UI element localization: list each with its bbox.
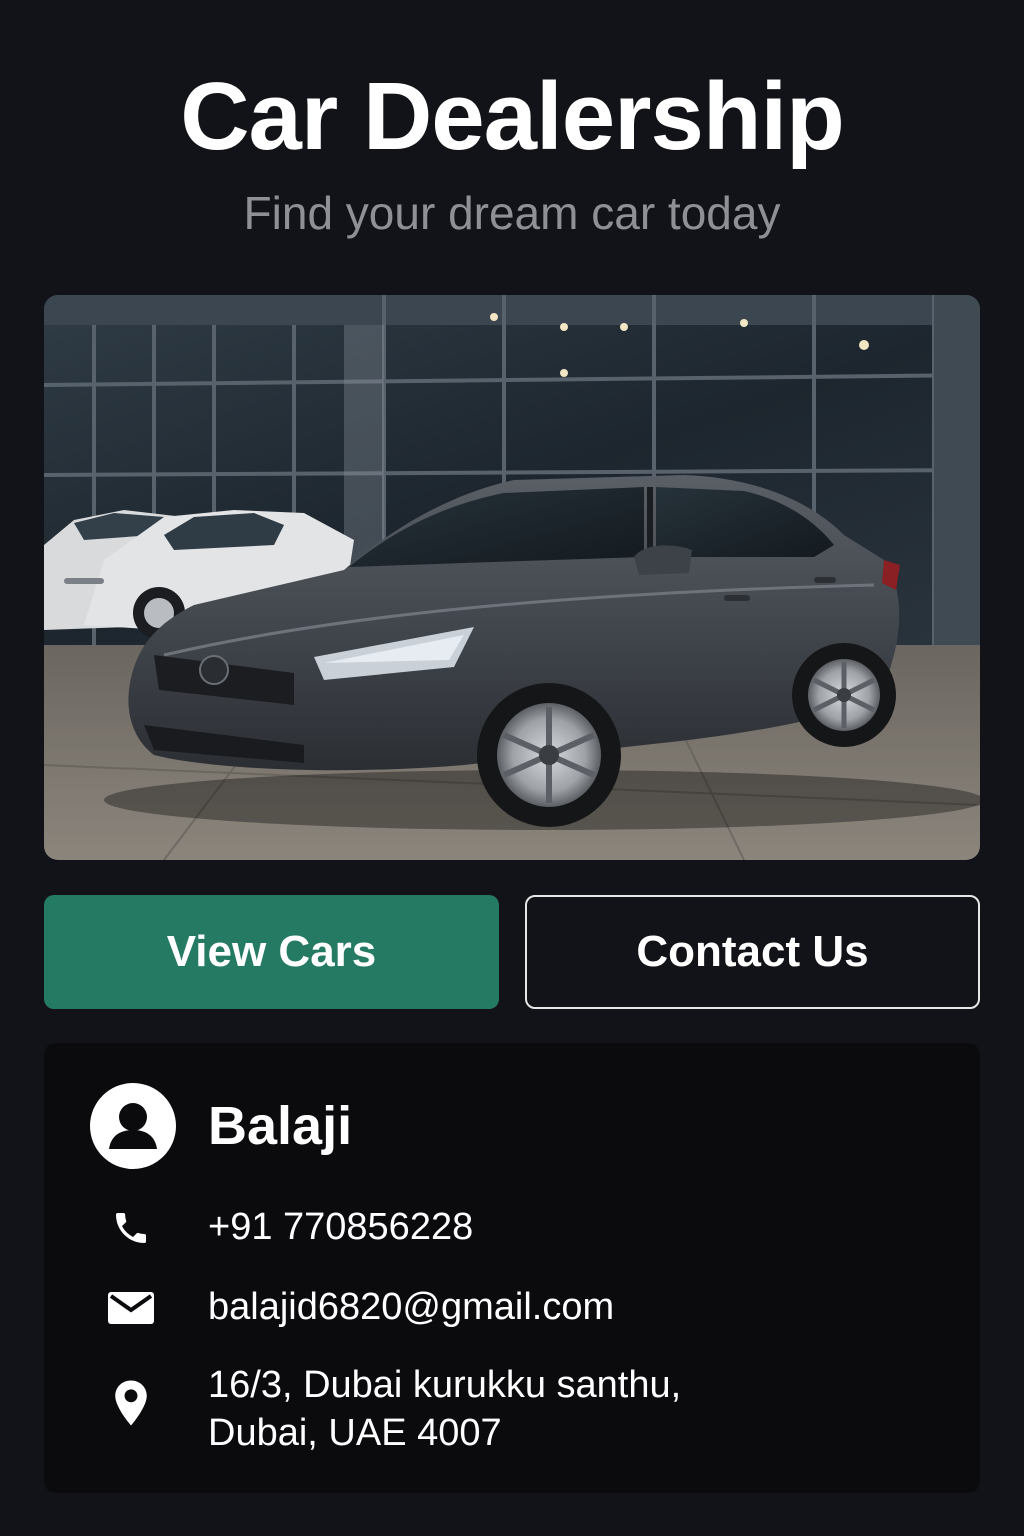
contact-email[interactable]: balajid6820@gmail.com [208, 1283, 614, 1331]
location-pin-icon [106, 1378, 156, 1428]
view-cars-button[interactable]: View Cars [44, 895, 499, 1009]
page-subtitle: Find your dream car today [243, 187, 781, 239]
contact-name: Balaji [208, 1096, 353, 1156]
contact-address-line2: Dubai, UAE 4007 [208, 1412, 502, 1454]
contact-phone[interactable]: +91 770856228 [208, 1203, 473, 1251]
page-title: Car Dealership [180, 63, 845, 170]
contact-card: Balaji +91 770856228 balajid6820@gmail.c… [44, 1043, 980, 1493]
contact-us-button[interactable]: Contact Us [525, 895, 980, 1009]
contact-address-line1: 16/3, Dubai kurukku santhu, [208, 1364, 682, 1406]
mail-icon [106, 1283, 156, 1333]
page: Car Dealership Find your dream car today [0, 0, 1024, 1536]
phone-icon [106, 1203, 156, 1253]
user-avatar-icon [90, 1083, 176, 1169]
hero-car-image [44, 295, 980, 860]
